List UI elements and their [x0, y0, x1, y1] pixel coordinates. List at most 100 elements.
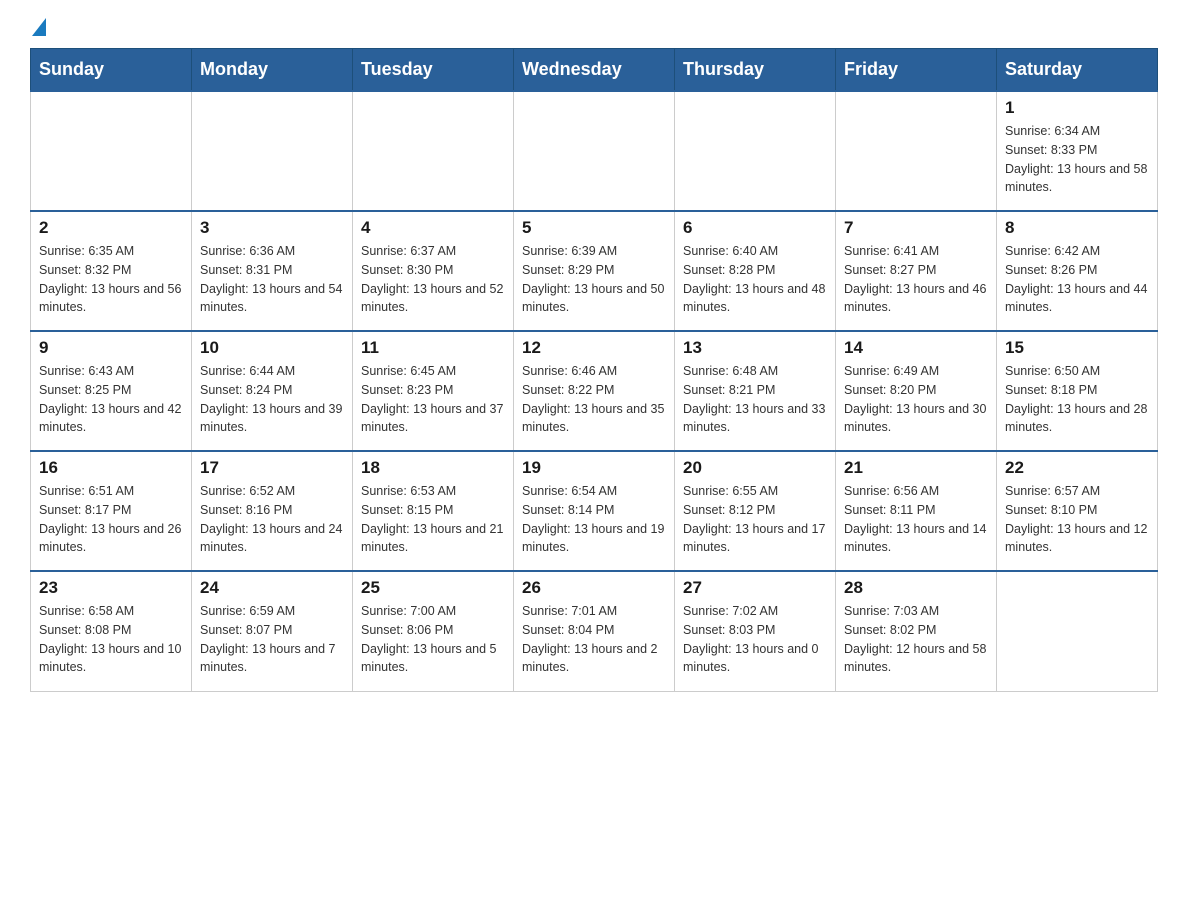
day-number: 8 [1005, 218, 1149, 238]
calendar-cell: 20 Sunrise: 6:55 AMSunset: 8:12 PMDayligh… [675, 451, 836, 571]
calendar-cell: 28 Sunrise: 7:03 AMSunset: 8:02 PMDayligh… [836, 571, 997, 691]
calendar-cell: 12 Sunrise: 6:46 AMSunset: 8:22 PMDayligh… [514, 331, 675, 451]
day-number: 18 [361, 458, 505, 478]
day-info: Sunrise: 6:54 AMSunset: 8:14 PMDaylight:… [522, 482, 666, 557]
day-info: Sunrise: 7:03 AMSunset: 8:02 PMDaylight:… [844, 602, 988, 677]
day-number: 21 [844, 458, 988, 478]
day-info: Sunrise: 6:52 AMSunset: 8:16 PMDaylight:… [200, 482, 344, 557]
calendar-cell: 23 Sunrise: 6:58 AMSunset: 8:08 PMDayligh… [31, 571, 192, 691]
day-number: 20 [683, 458, 827, 478]
day-info: Sunrise: 6:36 AMSunset: 8:31 PMDaylight:… [200, 242, 344, 317]
day-number: 10 [200, 338, 344, 358]
calendar-cell: 3 Sunrise: 6:36 AMSunset: 8:31 PMDaylight… [192, 211, 353, 331]
day-info: Sunrise: 6:39 AMSunset: 8:29 PMDaylight:… [522, 242, 666, 317]
day-info: Sunrise: 6:51 AMSunset: 8:17 PMDaylight:… [39, 482, 183, 557]
day-info: Sunrise: 6:59 AMSunset: 8:07 PMDaylight:… [200, 602, 344, 677]
day-info: Sunrise: 6:45 AMSunset: 8:23 PMDaylight:… [361, 362, 505, 437]
day-number: 26 [522, 578, 666, 598]
day-number: 13 [683, 338, 827, 358]
day-number: 11 [361, 338, 505, 358]
calendar-cell: 1 Sunrise: 6:34 AMSunset: 8:33 PMDaylight… [997, 91, 1158, 211]
day-info: Sunrise: 6:50 AMSunset: 8:18 PMDaylight:… [1005, 362, 1149, 437]
calendar-table: SundayMondayTuesdayWednesdayThursdayFrid… [30, 48, 1158, 692]
day-number: 6 [683, 218, 827, 238]
calendar-cell: 13 Sunrise: 6:48 AMSunset: 8:21 PMDayligh… [675, 331, 836, 451]
calendar-cell: 6 Sunrise: 6:40 AMSunset: 8:28 PMDaylight… [675, 211, 836, 331]
calendar-cell: 4Sunrise: 6:37 AMSunset: 8:30 PMDaylight… [353, 211, 514, 331]
day-number: 19 [522, 458, 666, 478]
calendar-cell: 7 Sunrise: 6:41 AMSunset: 8:27 PMDaylight… [836, 211, 997, 331]
day-number: 5 [522, 218, 666, 238]
day-number: 25 [361, 578, 505, 598]
calendar-cell [31, 91, 192, 211]
calendar-cell: 17 Sunrise: 6:52 AMSunset: 8:16 PMDayligh… [192, 451, 353, 571]
day-number: 15 [1005, 338, 1149, 358]
day-info: Sunrise: 6:43 AMSunset: 8:25 PMDaylight:… [39, 362, 183, 437]
day-info: Sunrise: 7:00 AMSunset: 8:06 PMDaylight:… [361, 602, 505, 677]
weekday-header-monday: Monday [192, 49, 353, 92]
weekday-header-saturday: Saturday [997, 49, 1158, 92]
calendar-week-1: 1 Sunrise: 6:34 AMSunset: 8:33 PMDaylight… [31, 91, 1158, 211]
weekday-header-row: SundayMondayTuesdayWednesdayThursdayFrid… [31, 49, 1158, 92]
calendar-cell: 11 Sunrise: 6:45 AMSunset: 8:23 PMDayligh… [353, 331, 514, 451]
calendar-cell [192, 91, 353, 211]
logo [30, 20, 48, 38]
logo-triangle-icon [32, 18, 46, 36]
weekday-header-tuesday: Tuesday [353, 49, 514, 92]
calendar-cell: 16 Sunrise: 6:51 AMSunset: 8:17 PMDayligh… [31, 451, 192, 571]
day-info: Sunrise: 7:01 AMSunset: 8:04 PMDaylight:… [522, 602, 666, 677]
weekday-header-friday: Friday [836, 49, 997, 92]
day-info: Sunrise: 6:42 AMSunset: 8:26 PMDaylight:… [1005, 242, 1149, 317]
day-info: Sunrise: 6:40 AMSunset: 8:28 PMDaylight:… [683, 242, 827, 317]
calendar-cell [514, 91, 675, 211]
calendar-week-2: 2 Sunrise: 6:35 AMSunset: 8:32 PMDaylight… [31, 211, 1158, 331]
day-info: Sunrise: 6:44 AMSunset: 8:24 PMDaylight:… [200, 362, 344, 437]
day-info: Sunrise: 6:57 AMSunset: 8:10 PMDaylight:… [1005, 482, 1149, 557]
calendar-cell: 21 Sunrise: 6:56 AMSunset: 8:11 PMDayligh… [836, 451, 997, 571]
day-number: 4 [361, 218, 505, 238]
day-info: Sunrise: 6:46 AMSunset: 8:22 PMDaylight:… [522, 362, 666, 437]
day-info: Sunrise: 6:58 AMSunset: 8:08 PMDaylight:… [39, 602, 183, 677]
calendar-cell: 5 Sunrise: 6:39 AMSunset: 8:29 PMDaylight… [514, 211, 675, 331]
day-number: 1 [1005, 98, 1149, 118]
day-number: 24 [200, 578, 344, 598]
calendar-cell [997, 571, 1158, 691]
day-number: 3 [200, 218, 344, 238]
day-number: 27 [683, 578, 827, 598]
day-number: 22 [1005, 458, 1149, 478]
calendar-cell: 10 Sunrise: 6:44 AMSunset: 8:24 PMDayligh… [192, 331, 353, 451]
day-number: 23 [39, 578, 183, 598]
calendar-cell: 18 Sunrise: 6:53 AMSunset: 8:15 PMDayligh… [353, 451, 514, 571]
day-info: Sunrise: 6:55 AMSunset: 8:12 PMDaylight:… [683, 482, 827, 557]
calendar-cell: 25 Sunrise: 7:00 AMSunset: 8:06 PMDayligh… [353, 571, 514, 691]
weekday-header-sunday: Sunday [31, 49, 192, 92]
day-info: Sunrise: 6:48 AMSunset: 8:21 PMDaylight:… [683, 362, 827, 437]
calendar-cell: 2 Sunrise: 6:35 AMSunset: 8:32 PMDaylight… [31, 211, 192, 331]
calendar-cell: 8 Sunrise: 6:42 AMSunset: 8:26 PMDaylight… [997, 211, 1158, 331]
day-number: 12 [522, 338, 666, 358]
calendar-cell: 24 Sunrise: 6:59 AMSunset: 8:07 PMDayligh… [192, 571, 353, 691]
day-info: Sunrise: 6:35 AMSunset: 8:32 PMDaylight:… [39, 242, 183, 317]
calendar-cell [353, 91, 514, 211]
day-number: 14 [844, 338, 988, 358]
day-info: Sunrise: 6:56 AMSunset: 8:11 PMDaylight:… [844, 482, 988, 557]
day-info: Sunrise: 7:02 AMSunset: 8:03 PMDaylight:… [683, 602, 827, 677]
day-number: 17 [200, 458, 344, 478]
day-number: 9 [39, 338, 183, 358]
day-number: 28 [844, 578, 988, 598]
day-info: Sunrise: 6:34 AMSunset: 8:33 PMDaylight:… [1005, 122, 1149, 197]
day-number: 16 [39, 458, 183, 478]
day-number: 7 [844, 218, 988, 238]
weekday-header-thursday: Thursday [675, 49, 836, 92]
calendar-week-5: 23 Sunrise: 6:58 AMSunset: 8:08 PMDayligh… [31, 571, 1158, 691]
day-number: 2 [39, 218, 183, 238]
day-info: Sunrise: 6:53 AMSunset: 8:15 PMDaylight:… [361, 482, 505, 557]
calendar-cell [836, 91, 997, 211]
calendar-cell: 9 Sunrise: 6:43 AMSunset: 8:25 PMDaylight… [31, 331, 192, 451]
day-info: Sunrise: 6:41 AMSunset: 8:27 PMDaylight:… [844, 242, 988, 317]
calendar-cell [675, 91, 836, 211]
calendar-cell: 22 Sunrise: 6:57 AMSunset: 8:10 PMDayligh… [997, 451, 1158, 571]
calendar-cell: 14Sunrise: 6:49 AMSunset: 8:20 PMDayligh… [836, 331, 997, 451]
page-header [30, 20, 1158, 38]
calendar-week-4: 16 Sunrise: 6:51 AMSunset: 8:17 PMDayligh… [31, 451, 1158, 571]
